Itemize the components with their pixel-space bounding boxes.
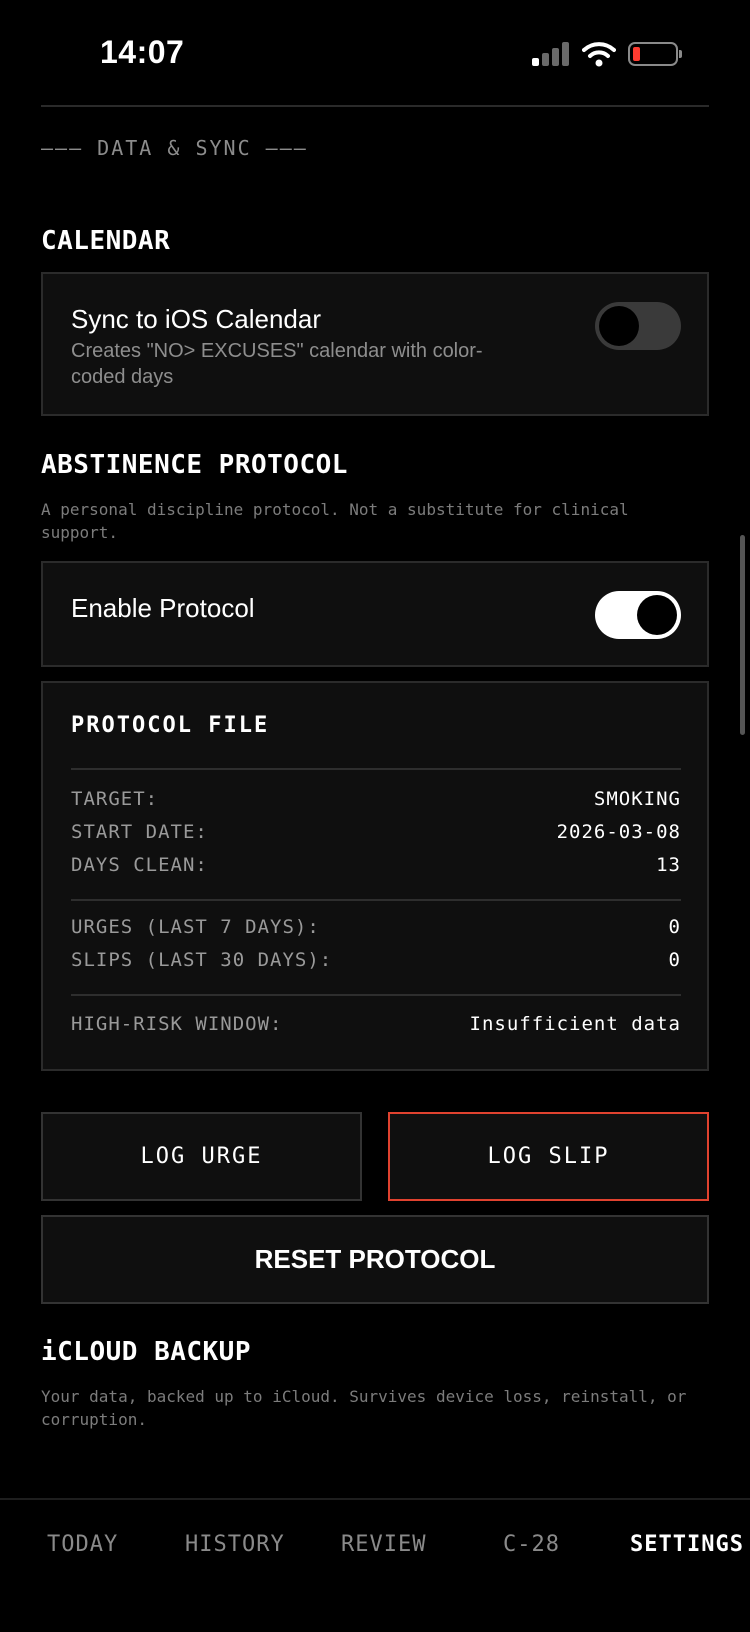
calendar-sync-subtitle-line2: coded days [71, 366, 174, 388]
protocol-note: A personal discipline protocol. Not a su… [41, 500, 629, 542]
row-label: START DATE: [71, 821, 208, 843]
icloud-note-line2: corruption. [41, 1410, 147, 1429]
divider [71, 768, 681, 770]
cellular-signal-icon [532, 42, 570, 66]
enable-protocol-card: Enable Protocol [41, 561, 709, 667]
enable-protocol-label: Enable Protocol [71, 593, 255, 623]
tab-bar: TODAY HISTORY REVIEW C-28 SETTINGS [0, 1498, 750, 1632]
log-slip-button[interactable]: LOG SLIP [388, 1112, 709, 1201]
tab-today[interactable]: TODAY [47, 1532, 118, 1557]
calendar-sync-title: Sync to iOS Calendar [71, 304, 322, 334]
calendar-sync-subtitle-line1: Creates "NO> EXCUSES" calendar with colo… [71, 340, 483, 362]
row-value: 0 [668, 916, 681, 938]
icloud-note-line1: Your data, backed up to iCloud. Survives… [41, 1387, 687, 1406]
row-value: SMOKING [593, 788, 681, 810]
calendar-sync-card: Sync to iOS Calendar Creates "NO> EXCUSE… [41, 272, 709, 416]
tab-history[interactable]: HISTORY [185, 1532, 285, 1557]
protocol-file-title: PROTOCOL FILE [71, 713, 270, 738]
calendar-heading: CALENDAR [41, 226, 171, 256]
protocol-heading: ABSTINENCE PROTOCOL [41, 450, 348, 480]
wifi-icon [582, 40, 616, 68]
row-label: DAYS CLEAN: [71, 854, 208, 876]
tab-review[interactable]: REVIEW [341, 1532, 426, 1557]
tab-settings[interactable]: SETTINGS [630, 1532, 744, 1557]
scrollbar[interactable] [740, 535, 745, 735]
row-value: 2026-03-08 [556, 821, 681, 843]
divider [71, 899, 681, 901]
log-urge-button[interactable]: LOG URGE [41, 1112, 362, 1201]
row-value: 13 [656, 854, 681, 876]
battery-icon [628, 42, 682, 66]
section-label: ——— DATA & SYNC ——— [41, 136, 308, 160]
tab-c-28[interactable]: C-28 [503, 1532, 560, 1557]
row-label: URGES (LAST 7 DAYS): [71, 916, 320, 938]
divider [41, 105, 709, 107]
calendar-sync-subtitle: Creates "NO> EXCUSES" calendar with colo… [71, 338, 571, 390]
row-value: 0 [668, 949, 681, 971]
calendar-sync-toggle[interactable] [595, 302, 681, 350]
row-label: SLIPS (LAST 30 DAYS): [71, 949, 333, 971]
icloud-heading: iCLOUD BACKUP [41, 1337, 251, 1367]
status-time: 14:07 [100, 34, 185, 70]
row-label: TARGET: [71, 788, 159, 810]
enable-protocol-toggle[interactable] [595, 591, 681, 639]
reset-protocol-button[interactable]: RESET PROTOCOL [41, 1215, 709, 1304]
icloud-note: Your data, backed up to iCloud. Survives… [41, 1385, 701, 1431]
row-value: Insufficient data [469, 1013, 681, 1035]
row-label: HIGH-RISK WINDOW: [71, 1013, 283, 1035]
protocol-file-card: PROTOCOL FILE TARGET: SMOKING START DATE… [41, 681, 709, 1071]
divider [71, 994, 681, 996]
